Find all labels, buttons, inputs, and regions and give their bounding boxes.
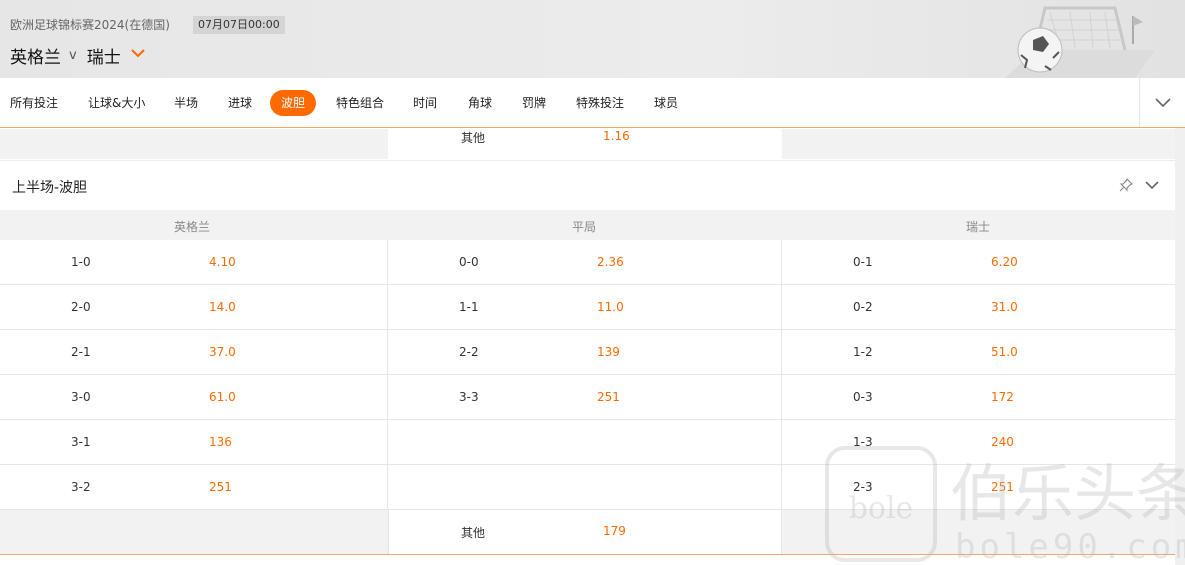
empty-cell: [0, 510, 388, 555]
odds-cell[interactable]: 0-1 6.20: [782, 240, 1175, 285]
odds-cell[interactable]: 其他 179: [388, 510, 782, 555]
column-header-draw: 平局: [572, 220, 597, 234]
prev-section-other-row: 其他 1.16: [0, 129, 1175, 159]
score-label: 0-0: [459, 255, 479, 269]
odds-value: 14.0: [209, 300, 236, 314]
match-switch-chevron-icon[interactable]: [130, 46, 145, 62]
vs-label: v: [69, 48, 77, 63]
section-header[interactable]: 上半场-波胆: [0, 160, 1175, 210]
odds-value: 251: [991, 480, 1014, 494]
empty-cell: [388, 465, 782, 510]
pin-icon[interactable]: [1119, 178, 1133, 192]
match-header: 欧洲足球锦标赛2024(在德国) 07月07日00:00 英格兰 v 瑞士: [0, 0, 1185, 78]
table-row: 1-0 4.10 0-0 2.36 0-1 6.20: [0, 240, 1175, 285]
odds-cell[interactable]: 0-2 31.0: [782, 285, 1175, 330]
odds-cell[interactable]: 3-2 251: [0, 465, 388, 510]
score-label: 1-2: [853, 345, 873, 359]
market-tabs: 所有投注 让球&大小 半场 进球 波胆 特色组合 时间 角球 罚牌 特殊投注 球…: [0, 78, 1185, 128]
league-name: 欧洲足球锦标赛2024(在德国): [10, 18, 170, 32]
odds-value: 136: [209, 435, 232, 449]
column-header-home: 英格兰: [174, 220, 211, 234]
score-label: 0-3: [853, 390, 873, 404]
odds-cell[interactable]: 2-2 139: [388, 330, 782, 375]
odds-value: 2.36: [597, 255, 624, 269]
odds-cell[interactable]: 2-1 37.0: [0, 330, 388, 375]
section-bottom-border: [0, 554, 1175, 555]
column-header-away: 瑞士: [966, 220, 991, 234]
home-team-name: 英格兰: [10, 48, 61, 68]
odds-cell[interactable]: 3-1 136: [0, 420, 388, 465]
odds-value: 11.0: [597, 300, 624, 314]
odds-cell[interactable]: 1-3 240: [782, 420, 1175, 465]
other-row: 其他 179: [0, 510, 1175, 555]
score-label: 2-0: [71, 300, 91, 314]
tab-correct-score[interactable]: 波胆: [270, 90, 317, 116]
score-label: 3-0: [71, 390, 91, 404]
score-label: 1-0: [71, 255, 91, 269]
chevron-down-icon: [1154, 97, 1171, 107]
tab-special-combo[interactable]: 特色组合: [336, 90, 384, 116]
odds-value: 139: [597, 345, 620, 359]
score-label: 1-3: [853, 435, 873, 449]
odds-value: 251: [209, 480, 232, 494]
odds-value: 37.0: [209, 345, 236, 359]
score-label: 2-3: [853, 480, 873, 494]
odds-cell[interactable]: 3-0 61.0: [0, 375, 388, 420]
empty-cell: [782, 510, 1175, 555]
odds-value: 1.16: [603, 129, 630, 143]
table-row: 3-0 61.0 3-3 251 0-3 172: [0, 375, 1175, 420]
odds-cell[interactable]: 0-0 2.36: [388, 240, 782, 285]
chevron-down-icon[interactable]: [1145, 181, 1159, 190]
odds-cell[interactable]: 1-1 11.0: [388, 285, 782, 330]
tabs-expand-button[interactable]: [1139, 78, 1185, 127]
score-label: 2-2: [459, 345, 479, 359]
table-row: 2-0 14.0 1-1 11.0 0-2 31.0: [0, 285, 1175, 330]
odds-value: 240: [991, 435, 1014, 449]
tab-cards[interactable]: 罚牌: [522, 90, 546, 116]
score-label: 其他: [461, 526, 486, 540]
odds-cell[interactable]: 其他 1.16: [388, 129, 782, 159]
score-label: 3-3: [459, 390, 479, 404]
odds-cell[interactable]: 3-3 251: [388, 375, 782, 420]
score-label: 3-1: [71, 435, 91, 449]
odds-value: 6.20: [991, 255, 1018, 269]
tab-all-bets[interactable]: 所有投注: [10, 90, 58, 116]
odds-cell[interactable]: 2-3 251: [782, 465, 1175, 510]
odds-value: 251: [597, 390, 620, 404]
odds-value: 179: [603, 524, 626, 538]
odds-value: 172: [991, 390, 1014, 404]
tab-handicap-over-under[interactable]: 让球&大小: [88, 90, 145, 116]
section-title: 上半场-波胆: [12, 180, 88, 196]
odds-value: 31.0: [991, 300, 1018, 314]
score-label: 0-1: [853, 255, 873, 269]
score-label: 0-2: [853, 300, 873, 314]
football-goal-graphic-icon: [1005, 6, 1155, 78]
scrollbar[interactable]: [1175, 128, 1185, 565]
tab-special-bets[interactable]: 特殊投注: [576, 90, 624, 116]
tab-goals[interactable]: 进球: [228, 90, 252, 116]
odds-cell[interactable]: 1-2 51.0: [782, 330, 1175, 375]
score-label: 其他: [461, 131, 486, 145]
match-date-badge: 07月07日00:00: [193, 16, 285, 34]
empty-cell: [388, 420, 782, 465]
odds-value: 4.10: [209, 255, 236, 269]
score-label: 3-2: [71, 480, 91, 494]
match-teams[interactable]: 英格兰 v 瑞士: [10, 43, 145, 68]
tab-time[interactable]: 时间: [413, 90, 437, 116]
score-label: 2-1: [71, 345, 91, 359]
tab-players[interactable]: 球员: [654, 90, 678, 116]
column-headers: 英格兰 平局 瑞士: [0, 210, 1175, 240]
odds-cell[interactable]: 2-0 14.0: [0, 285, 388, 330]
tab-corners[interactable]: 角球: [468, 90, 492, 116]
table-row: 3-2 251 2-3 251: [0, 465, 1175, 510]
odds-value: 51.0: [991, 345, 1018, 359]
odds-cell[interactable]: 1-0 4.10: [0, 240, 388, 285]
odds-cell[interactable]: 0-3 172: [782, 375, 1175, 420]
away-team-name: 瑞士: [86, 48, 121, 68]
table-row: 3-1 136 1-3 240: [0, 420, 1175, 465]
tab-half-time[interactable]: 半场: [174, 90, 198, 116]
table-row: 2-1 37.0 2-2 139 1-2 51.0: [0, 330, 1175, 375]
odds-value: 61.0: [209, 390, 236, 404]
score-label: 1-1: [459, 300, 479, 314]
